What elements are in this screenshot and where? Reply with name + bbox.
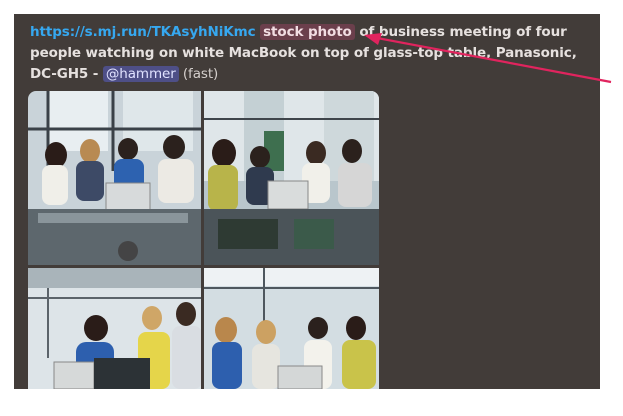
image-2	[204, 91, 379, 265]
image-1	[28, 91, 201, 265]
image-4	[204, 268, 379, 389]
image-tile-3[interactable]	[28, 268, 201, 389]
image-tile-2[interactable]	[204, 91, 379, 265]
prompt-link[interactable]: https://s.mj.run/TKAsyhNiKmc	[30, 24, 256, 40]
message-text: https://s.mj.run/TKAsyhNiKmc stock photo…	[30, 22, 595, 85]
image-tile-1[interactable]	[28, 91, 201, 265]
image-grid[interactable]	[28, 91, 379, 389]
speed-mode: (fast)	[178, 66, 219, 82]
image-3	[28, 268, 201, 389]
message-panel: https://s.mj.run/TKAsyhNiKmc stock photo…	[14, 14, 600, 389]
user-mention[interactable]: @hammer	[102, 66, 179, 82]
highlighted-keyword: stock photo	[260, 24, 355, 40]
image-tile-4[interactable]	[204, 268, 379, 389]
